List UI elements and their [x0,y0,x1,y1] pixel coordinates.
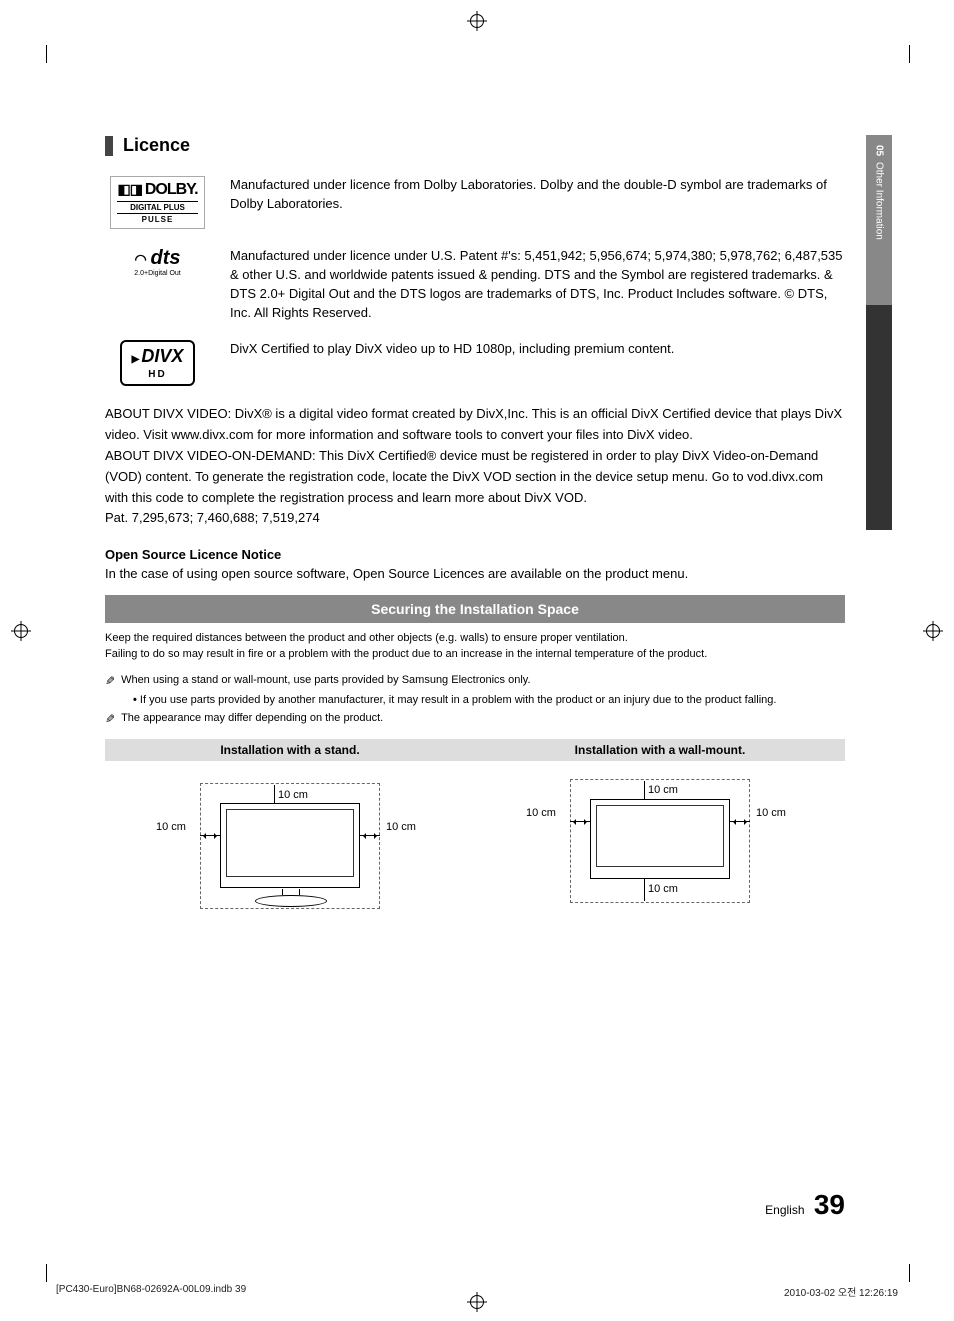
section-heading-licence: Licence [105,135,845,156]
dim-right: 10 cm [756,807,786,819]
install-wall-column: Installation with a wall-mount. 10 cm 10… [475,739,845,925]
wall-diagram: 10 cm 10 cm 10 cm 10 cm [530,775,790,925]
chapter-number: 05 [874,145,885,156]
dim-right: 10 cm [386,821,416,833]
open-source-text: In the case of using open source softwar… [105,566,845,581]
imprint-line: [PC430-Euro]BN68-02692A-00L09.indb 39 20… [56,1284,898,1299]
divx-logo: DIVX HD [120,340,196,386]
trim-mark [46,1264,47,1282]
dolby-licence-text: Manufactured under licence from Dolby La… [230,176,845,214]
about-divx-block: ABOUT DIVX VIDEO: DivX® is a digital vid… [105,404,845,529]
note-appearance: The appearance may differ depending on t… [105,710,845,729]
about-divx-p3: Pat. 7,295,673; 7,460,688; 7,519,274 [105,508,845,529]
install-stand-column: Installation with a stand. 10 cm 10 cm 1… [105,739,475,925]
heading-marker [105,136,113,156]
dim-left: 10 cm [526,807,556,819]
bullet-other-manufacturer: If you use parts provided by another man… [133,694,845,706]
divx-licence-text: DivX Certified to play DivX video up to … [230,340,674,359]
install-stand-title: Installation with a stand. [105,739,475,761]
dim-top: 10 cm [648,784,678,796]
note-icon [105,710,115,729]
about-divx-p1: ABOUT DIVX VIDEO: DivX® is a digital vid… [105,404,845,446]
dim-left: 10 cm [156,821,186,833]
note-samsung-parts: When using a stand or wall-mount, use pa… [105,672,845,691]
registration-mark-top [470,14,484,28]
securing-banner: Securing the Installation Space [105,595,845,623]
registration-mark-right [926,624,940,638]
securing-intro: Keep the required distances between the … [105,631,845,662]
dim-bottom: 10 cm [648,883,678,895]
trim-mark [909,45,910,63]
licence-row-dts: dts 2.0+Digital Out Manufactured under l… [105,247,845,322]
open-source-heading: Open Source Licence Notice [105,547,845,562]
dts-logo: dts 2.0+Digital Out [134,247,181,277]
registration-mark-left [14,624,28,638]
open-source-notice: Open Source Licence Notice In the case o… [105,547,845,581]
trim-mark [46,45,47,63]
trim-mark [909,1264,910,1282]
chapter-title: Other Information [874,162,885,240]
licence-row-dolby: DOLBY. DIGITAL PLUS PULSE Manufactured u… [105,176,845,229]
dts-licence-text: Manufactured under licence under U.S. Pa… [230,247,845,322]
heading-licence: Licence [123,135,190,156]
chapter-tab: 05 Other Information [866,135,892,530]
about-divx-p2: ABOUT DIVX VIDEO-ON-DEMAND: This DivX Ce… [105,446,845,508]
install-wall-title: Installation with a wall-mount. [475,739,845,761]
stand-diagram: 10 cm 10 cm 10 cm [160,775,420,925]
footer-page-number: 39 [814,1189,845,1220]
footer-language: English [765,1203,804,1217]
licence-row-divx: DIVX HD DivX Certified to play DivX vide… [105,340,845,386]
imprint-file: [PC430-Euro]BN68-02692A-00L09.indb 39 [56,1284,246,1299]
note-icon [105,672,115,691]
imprint-timestamp: 2010-03-02 오전 12:26:19 [784,1284,898,1299]
page-footer: English 39 [105,1189,845,1221]
dim-top: 10 cm [278,789,308,801]
dolby-logo: DOLBY. DIGITAL PLUS PULSE [110,176,204,229]
